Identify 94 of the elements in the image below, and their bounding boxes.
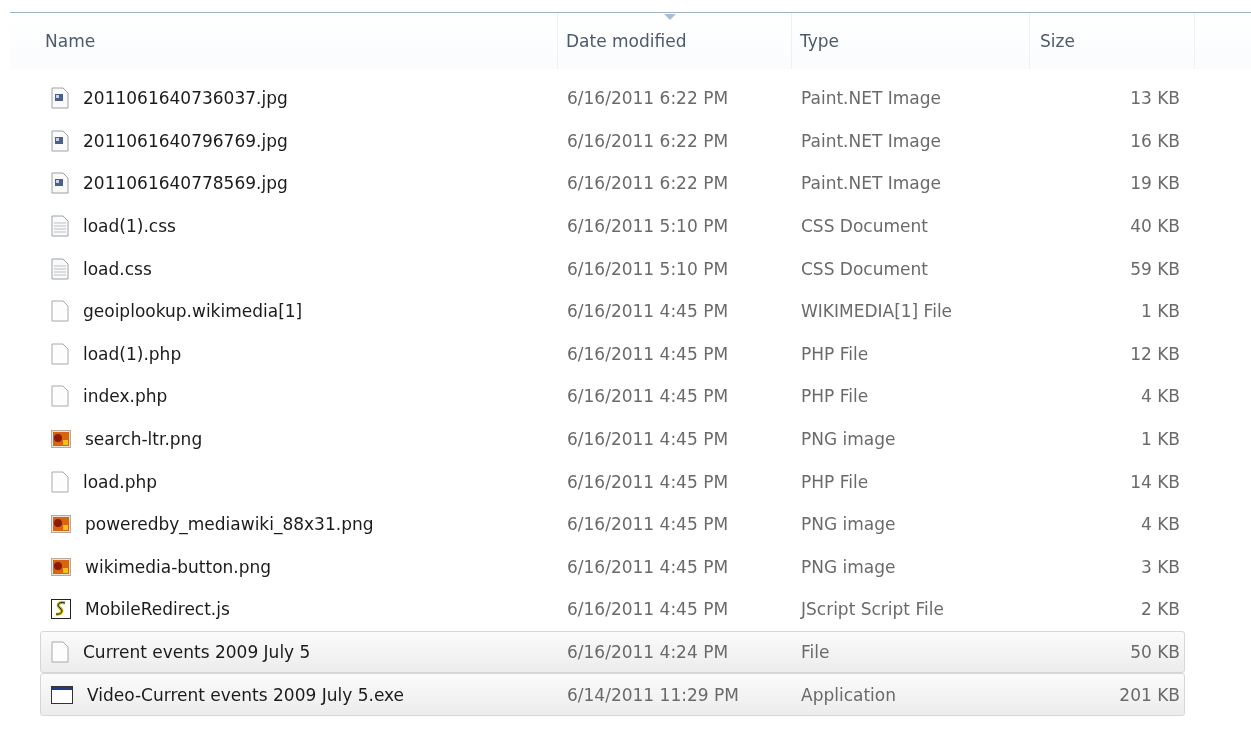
date-modified-cell-text: 6/16/2011 4:45 PM <box>566 343 730 364</box>
file-size-cell-text: 1 KB <box>1139 429 1181 450</box>
file-row[interactable]: load(1).php 6/16/2011 4:45 PM PHP File 12 KB <box>40 332 1185 376</box>
file-type-cell-text: Paint.NET Image <box>800 130 942 151</box>
file-type-cell-text: PNG image <box>800 514 897 535</box>
file-row[interactable]: 2011061640778569.jpg 6/16/2011 6:22 PM Paint.NET Image 19 KB <box>40 162 1185 205</box>
blank-file-icon <box>51 385 69 408</box>
file-size-cell-text: 19 KB <box>1129 173 1181 194</box>
column-header[interactable]: Type <box>792 13 1030 69</box>
file-name: poweredby_mediawiki_88x31.png <box>85 514 374 535</box>
file-name: 2011061640736037.jpg <box>83 88 288 109</box>
file-name: search-ltr.png <box>85 429 203 450</box>
image-file-icon <box>51 129 69 152</box>
date-modified-cell-text: 6/16/2011 6:22 PM <box>566 88 730 109</box>
file-name: load.css <box>83 258 152 279</box>
image-file-icon <box>51 172 69 195</box>
file-size-cell-text: 4 KB <box>1139 514 1181 535</box>
file-size-cell-text: 59 KB <box>1129 258 1181 279</box>
image-file-icon <box>51 430 71 449</box>
date-modified-cell-text: 6/16/2011 5:10 PM <box>566 216 730 237</box>
date-modified-cell-text: 6/16/2011 4:45 PM <box>566 301 730 322</box>
file-name: load(1).css <box>83 216 176 237</box>
date-modified-cell-text: 6/16/2011 4:45 PM <box>566 556 730 577</box>
date-modified-cell-text: 6/16/2011 4:45 PM <box>566 429 730 450</box>
file-type-cell-text: CSS Document <box>800 258 929 279</box>
text-file-icon <box>51 257 69 280</box>
file-type-cell-text: Paint.NET Image <box>800 88 942 109</box>
blank-file-icon <box>51 641 69 663</box>
file-row[interactable]: 2011061640736037.jpg 6/16/2011 6:22 PM Paint.NET Image 13 KB <box>40 77 1185 120</box>
file-name: load(1).php <box>83 343 182 364</box>
file-row[interactable]: load.php 6/16/2011 4:45 PM PHP File 14 KB <box>40 460 1185 503</box>
text-file-icon <box>51 215 69 238</box>
date-modified-cell-text: 6/16/2011 4:45 PM <box>566 599 730 620</box>
file-size-cell-text: 13 KB <box>1129 88 1181 109</box>
file-name: geoiplookup.wikimedia[1] <box>83 301 303 322</box>
date-modified-cell-text: 6/16/2011 4:45 PM <box>566 514 730 535</box>
application-window-icon <box>51 685 73 704</box>
file-name: 2011061640778569.jpg <box>83 173 288 194</box>
file-size-cell-text: 12 KB <box>1129 343 1181 364</box>
date-modified-cell-text: 6/16/2011 5:10 PM <box>566 258 730 279</box>
file-type-cell-text: PHP File <box>800 343 870 364</box>
date-modified-cell-text: 6/16/2011 4:45 PM <box>566 471 730 492</box>
image-file-icon <box>51 87 69 110</box>
file-row[interactable]: Current events 2009 July 5 6/16/2011 4:24 PM File 50 KB <box>40 630 1185 674</box>
file-name: Video-Current events 2009 July 5.exe <box>87 684 405 705</box>
file-row[interactable]: geoiplookup.wikimedia[1] 6/16/2011 4:45 PM WIKIMEDIA[1] File 1 KB <box>40 289 1185 333</box>
file-type-cell-text: PNG image <box>800 429 897 450</box>
file-size-cell-text: 1 KB <box>1139 301 1181 322</box>
file-name: Current events 2009 July 5 <box>83 642 311 662</box>
file-name: index.php <box>83 386 168 407</box>
file-row[interactable]: search-ltr.png 6/16/2011 4:45 PM PNG image 1 KB <box>40 417 1185 461</box>
file-row[interactable]: wikimedia-button.png 6/16/2011 4:45 PM PNG image 3 KB <box>40 545 1185 589</box>
file-type-cell-text: Application <box>800 684 897 705</box>
file-type-cell-text: PNG image <box>800 556 897 577</box>
file-size-cell-text: 201 KB <box>1118 684 1181 705</box>
file-name: MobileRedirect.js <box>85 599 230 620</box>
column-header[interactable]: Name <box>10 13 558 69</box>
blank-file-icon <box>51 470 69 493</box>
file-size-cell-text: 40 KB <box>1129 216 1181 237</box>
file-type-cell-text: JScript Script File <box>799 599 945 620</box>
image-file-icon <box>51 557 71 576</box>
file-row[interactable]: load.css 6/16/2011 5:10 PM CSS Document 59 KB <box>40 247 1185 290</box>
file-row[interactable]: index.php 6/16/2011 4:45 PM PHP File 4 KB <box>40 375 1185 418</box>
blank-file-icon <box>51 300 69 323</box>
file-type-cell-text: PHP File <box>800 386 870 407</box>
file-size-cell-text: 50 KB <box>1129 642 1181 662</box>
file-row[interactable]: MobileRedirect.js 6/16/2011 4:45 PM JScript Script File 2 KB <box>40 588 1185 631</box>
column-header[interactable]: Size <box>1030 13 1195 69</box>
file-type-cell-text: File <box>800 642 831 662</box>
file-name: load.php <box>83 471 158 492</box>
date-modified-cell-text: 6/16/2011 4:24 PM <box>566 642 730 662</box>
blank-file-icon <box>51 342 69 365</box>
file-row[interactable]: Video-Current events 2009 July 5.exe 6/14/2011 11:29 PM Application 201 KB <box>40 673 1185 716</box>
file-size-cell-text: 3 KB <box>1139 556 1181 577</box>
date-modified-cell-text: 6/16/2011 4:45 PM <box>566 386 730 407</box>
file-type-cell-text: WIKIMEDIA[1] File <box>800 301 954 322</box>
date-modified-cell-text: 6/16/2011 6:22 PM <box>566 130 730 151</box>
file-size-cell-text: 16 KB <box>1129 130 1181 151</box>
column-header[interactable]: Date modified <box>558 13 792 69</box>
file-size-cell-text: 2 KB <box>1139 599 1181 620</box>
file-type-cell-text: CSS Document <box>800 216 929 237</box>
date-modified-cell-text: 6/16/2011 6:22 PM <box>566 173 730 194</box>
file-row[interactable]: poweredby_mediawiki_88x31.png 6/16/2011 4:45 PM PNG image 4 KB <box>40 502 1185 546</box>
date-modified-cell-text: 6/14/2011 11:29 PM <box>566 684 740 705</box>
file-name: 2011061640796769.jpg <box>83 130 288 151</box>
file-row[interactable]: load(1).css 6/16/2011 5:10 PM CSS Document 40 KB <box>40 204 1185 248</box>
script-file-icon <box>51 599 71 620</box>
file-type-cell-text: Paint.NET Image <box>800 173 942 194</box>
file-name: wikimedia-button.png <box>85 556 272 577</box>
file-size-cell-text: 14 KB <box>1129 471 1181 492</box>
file-size-cell-text: 4 KB <box>1139 386 1181 407</box>
file-row[interactable]: 2011061640796769.jpg 6/16/2011 6:22 PM Paint.NET Image 16 KB <box>40 119 1185 163</box>
file-type-cell-text: PHP File <box>800 471 870 492</box>
image-file-icon <box>51 515 71 534</box>
